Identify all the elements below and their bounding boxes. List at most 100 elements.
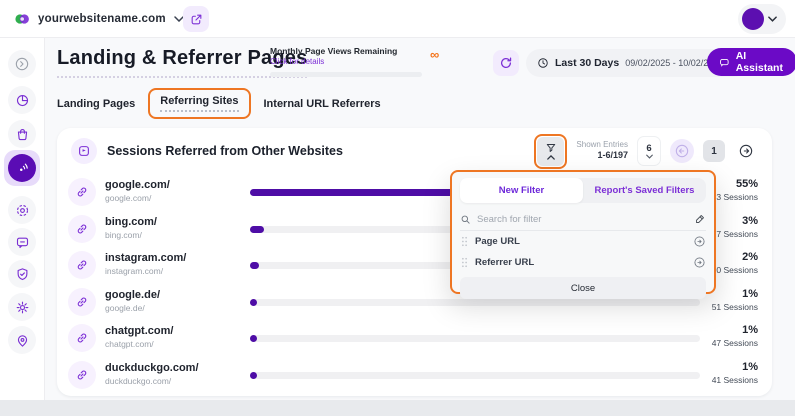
filter-search-row — [460, 208, 706, 231]
card-controls: Shown Entries 1-6/197 6 1 — [534, 134, 758, 169]
sidebar-item-recordings[interactable] — [8, 196, 36, 224]
report-icon — [71, 138, 97, 164]
session-bar-fill — [250, 335, 257, 342]
shown-entries-value: 1-6/197 — [576, 150, 628, 161]
ai-assistant-label: AI Assistant — [736, 50, 786, 74]
clear-input-icon[interactable] — [694, 213, 706, 225]
refresh-icon — [499, 56, 513, 70]
filter-close-button[interactable]: Close — [460, 277, 706, 299]
tab-saved-filters[interactable]: Report's Saved Filters — [583, 178, 706, 203]
quota-title: Monthly Page Views Remaining — [270, 46, 428, 56]
filter-button-highlight — [534, 134, 567, 169]
sidebar-item-settings[interactable] — [8, 293, 36, 321]
referrer-name: instagram.com/ — [105, 252, 186, 264]
referrer-name: bing.com/ — [105, 216, 157, 228]
sidebar-item-geolocation[interactable] — [8, 326, 36, 354]
session-percent: 1% — [712, 361, 758, 373]
pagination-page-number[interactable]: 1 — [703, 140, 725, 162]
top-bar: yourwebsitename.com — [0, 0, 795, 38]
session-bar-fill — [250, 262, 259, 269]
shopping-bag-icon — [15, 127, 30, 142]
filter-button[interactable] — [537, 137, 564, 166]
quota-details-link[interactable]: Click for details — [270, 57, 428, 66]
referrer-url: google.com/ — [105, 193, 170, 203]
session-bar-track — [250, 335, 700, 342]
circle-arrow-left-icon — [674, 143, 690, 159]
sidebar-item-expand[interactable] — [8, 50, 36, 78]
session-percent: 2% — [712, 251, 758, 263]
avatar — [742, 8, 764, 30]
report-tabs: Landing Pages Referring Sites Internal U… — [57, 88, 381, 119]
sidebar-item-feedback[interactable] — [8, 228, 36, 256]
pie-chart-icon — [15, 93, 30, 108]
tab-internal-url-referrers[interactable]: Internal URL Referrers — [264, 98, 381, 110]
pagination-next-button[interactable] — [734, 139, 758, 163]
sidebar-item-referrers-active[interactable] — [4, 150, 40, 186]
tab-referring-sites[interactable]: Referring Sites — [160, 95, 238, 112]
chevron-down-icon — [646, 154, 653, 159]
tab-new-filter[interactable]: New Filter — [460, 178, 583, 203]
sidebar — [0, 38, 45, 400]
referrer-url: google.de/ — [105, 303, 160, 313]
quota-widget: Monthly Page Views Remaining Click for d… — [270, 46, 428, 77]
filter-search-input[interactable] — [477, 214, 688, 225]
circle-arrow-right-icon — [14, 56, 30, 72]
pagination-prev-button[interactable] — [670, 139, 694, 163]
main-content: Landing & Referrer Pages Monthly Page Vi… — [45, 38, 795, 400]
referrer-name: google.de/ — [105, 289, 160, 301]
chat-icon — [719, 56, 730, 69]
gear-icon — [15, 300, 30, 315]
date-range-label: Last 30 Days — [555, 57, 619, 69]
circle-arrow-right-icon — [738, 143, 754, 159]
shown-entries-label: Shown Entries — [576, 140, 628, 150]
page-size-value: 6 — [646, 143, 651, 154]
session-bar-fill — [250, 372, 257, 379]
funnel-icon — [545, 142, 557, 154]
table-row[interactable]: duckduckgo.com/duckduckgo.com/ 1%41 Sess… — [57, 357, 772, 394]
location-pin-icon — [15, 333, 30, 348]
referrer-url: bing.com/ — [105, 230, 157, 240]
site-name: yourwebsitename.com — [38, 13, 166, 25]
referrer-url: instagram.com/ — [105, 266, 186, 276]
chat-bubble-icon — [15, 235, 30, 250]
link-icon — [68, 251, 96, 279]
aperture-icon — [15, 203, 30, 218]
ai-assistant-button[interactable]: AI Assistant — [707, 48, 795, 76]
site-logo-icon — [14, 11, 30, 27]
chevron-up-icon — [547, 155, 555, 160]
sidebar-item-privacy[interactable] — [8, 260, 36, 288]
circle-arrow-right-icon[interactable] — [693, 235, 706, 248]
session-count: 90 Sessions — [712, 265, 758, 275]
infinity-symbol: ∞ — [430, 47, 439, 62]
session-bar-track — [250, 299, 700, 306]
open-website-button[interactable] — [183, 6, 209, 32]
page-size-select[interactable]: 6 — [637, 136, 661, 166]
link-icon — [68, 215, 96, 243]
session-count: 47 Sessions — [712, 338, 758, 348]
circle-arrow-right-icon[interactable] — [693, 256, 706, 269]
filter-panel: New Filter Report's Saved Filters Page — [450, 170, 716, 294]
clock-icon — [537, 57, 549, 69]
refresh-button[interactable] — [493, 50, 519, 76]
filter-item-label: Page URL — [475, 236, 520, 247]
tab-referring-sites-highlight[interactable]: Referring Sites — [148, 88, 250, 119]
sidebar-item-dashboard[interactable] — [8, 86, 36, 114]
user-menu[interactable] — [738, 4, 786, 34]
search-icon — [460, 214, 471, 225]
card-title: Sessions Referred from Other Websites — [107, 144, 343, 158]
session-bar-fill — [250, 299, 257, 306]
table-row[interactable]: chatgpt.com/chatgpt.com/ 1%47 Sessions — [57, 320, 772, 357]
session-count: 41 Sessions — [712, 375, 758, 385]
link-icon — [68, 324, 96, 352]
tab-landing-pages[interactable]: Landing Pages — [57, 98, 135, 110]
sessions-card: Sessions Referred from Other Websites Sh… — [57, 128, 772, 396]
filter-item-referrer-url[interactable]: Referrer URL — [460, 252, 706, 273]
filter-item-label: Referrer URL — [475, 257, 534, 268]
session-percent: 1% — [712, 288, 758, 300]
website-selector[interactable]: yourwebsitename.com — [14, 7, 184, 31]
sidebar-item-ecommerce[interactable] — [8, 120, 36, 148]
filter-item-page-url[interactable]: Page URL — [460, 231, 706, 252]
session-count: 51 Sessions — [712, 302, 758, 312]
external-link-icon — [190, 13, 203, 26]
drag-handle-icon — [460, 256, 469, 269]
